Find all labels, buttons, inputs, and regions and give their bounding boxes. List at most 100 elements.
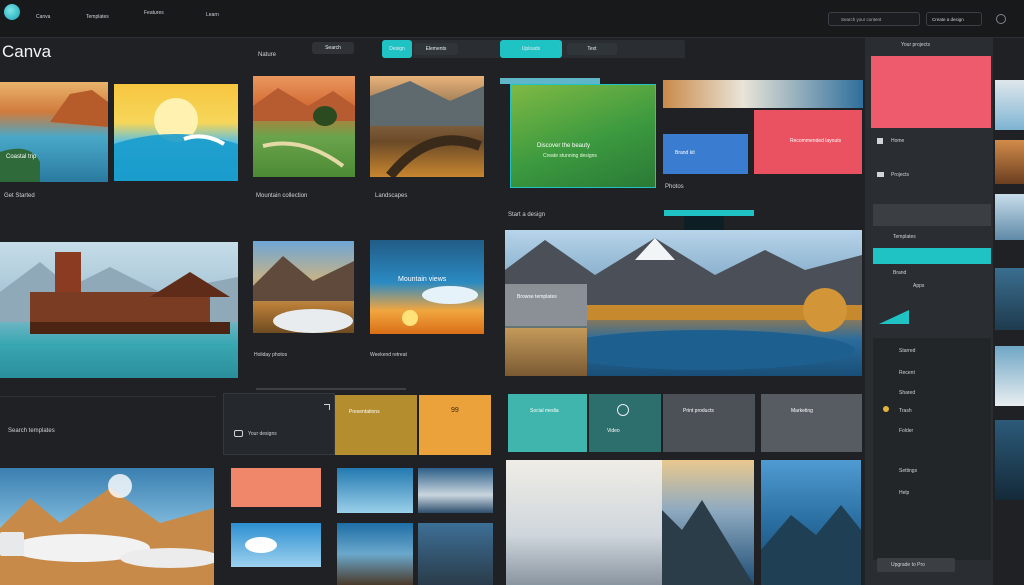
sidebar-item-recent[interactable]: Recent: [899, 370, 915, 376]
clouds-peaks-art: [0, 474, 214, 585]
orange-tile[interactable]: 99: [419, 395, 491, 455]
castle-card[interactable]: [0, 242, 238, 378]
green-feature-card[interactable]: Discover the beauty Create stunning desi…: [510, 84, 656, 188]
right-sidebar: Your projects Home Projects Templates Br…: [865, 38, 993, 585]
sidebar-item-settings[interactable]: Settings: [899, 468, 917, 474]
sidebar-item-starred[interactable]: Starred: [899, 348, 915, 354]
small-mountain-thumb[interactable]: [505, 328, 587, 376]
social-media-tile[interactable]: Social media: [508, 394, 587, 452]
nav-item-learn[interactable]: Learn: [206, 12, 219, 18]
meadow-card[interactable]: [253, 76, 355, 177]
coast-cliff-art: [0, 90, 108, 182]
sidebar-item-shared[interactable]: Shared: [899, 390, 915, 396]
peak-sunrise-card[interactable]: [662, 460, 754, 585]
brand-logo-text: Canva: [2, 42, 52, 61]
folder-icon[interactable]: [877, 172, 884, 177]
search-templates-label[interactable]: Search templates: [8, 428, 55, 434]
sky-card-small[interactable]: [231, 523, 321, 567]
camera-icon[interactable]: [234, 430, 243, 437]
search-placeholder: Search your content: [841, 17, 882, 22]
dark-small-panel: Your designs: [223, 393, 335, 455]
upgrade-button[interactable]: Upgrade to Pro: [877, 558, 955, 572]
right-strip-b[interactable]: [995, 140, 1024, 184]
tab-elements[interactable]: Elements: [414, 43, 458, 55]
sunrise-card[interactable]: [114, 84, 238, 181]
brand-kit-tile[interactable]: Brand kit: [663, 134, 748, 174]
peak-card-a[interactable]: [337, 523, 413, 585]
right-strip-e[interactable]: [995, 346, 1024, 406]
sunrise-art: [114, 98, 238, 181]
fog-card[interactable]: [506, 460, 662, 585]
right-strip-d[interactable]: [995, 268, 1024, 330]
sidebar-item-help[interactable]: Help: [899, 490, 909, 496]
peak-card-b[interactable]: [418, 523, 493, 585]
blue-peaks-card[interactable]: [761, 460, 861, 585]
sunrise-lake-card[interactable]: Mountain views: [370, 240, 484, 334]
create-design-label: Create a design: [932, 17, 964, 22]
sidebar-item-home[interactable]: Home: [891, 138, 904, 144]
right-strip-c[interactable]: [995, 194, 1024, 240]
recommended-layouts-label: Recommended layouts: [790, 138, 842, 144]
expand-icon[interactable]: [324, 404, 330, 410]
sidebar-header: Your projects: [901, 42, 930, 48]
small-toolbox[interactable]: [0, 532, 24, 556]
sidebar-list-panel: [873, 338, 991, 560]
create-design-button[interactable]: Create a design: [926, 12, 982, 26]
nav-item-home[interactable]: Canva: [36, 14, 50, 20]
tab-uploads[interactable]: Uploads: [500, 40, 562, 58]
print-products-label: Print products: [683, 408, 714, 414]
coral-swatch-card[interactable]: [231, 468, 321, 507]
lake-panorama-card[interactable]: [418, 468, 493, 513]
sidebar-item-apps[interactable]: Apps: [913, 283, 924, 289]
social-media-label: Social media: [530, 408, 559, 414]
coast-caption: Coastal trip: [6, 154, 37, 160]
castle-art: [0, 252, 238, 334]
valley-card[interactable]: [370, 76, 484, 177]
nav-item-features[interactable]: Features: [144, 10, 164, 16]
sidebar-item-trash[interactable]: Trash: [899, 408, 912, 414]
right-strip-f[interactable]: [995, 420, 1024, 500]
sidebar-item-templates[interactable]: Templates: [893, 234, 916, 240]
tab-text[interactable]: Text: [567, 43, 617, 55]
sidebar-hero-tile[interactable]: [871, 56, 991, 128]
peak-sunrise-art: [662, 500, 754, 585]
nature-caption: Nature: [258, 52, 277, 58]
landscapes-caption: Landscapes: [375, 193, 408, 199]
sidebar-item-projects[interactable]: Projects: [891, 172, 909, 178]
logo-icon[interactable]: [4, 4, 20, 20]
mustard-tile[interactable]: Presentations: [335, 395, 417, 455]
brand-kit-label: Brand kit: [675, 150, 695, 156]
recommended-layouts-tile[interactable]: Recommended layouts: [754, 110, 862, 174]
right-strip-a[interactable]: [995, 80, 1024, 130]
search-button[interactable]: Search: [312, 42, 354, 54]
photos-caption: Photos: [665, 184, 684, 190]
nav-item-templates[interactable]: Templates: [86, 14, 109, 20]
play-icon[interactable]: [617, 404, 629, 416]
sunset-mountain-card[interactable]: [253, 241, 354, 333]
presentations-label: Presentations: [349, 409, 380, 415]
orange-tile-badge: 99: [451, 407, 459, 414]
video-label: Video: [607, 428, 620, 434]
green-feature-subtitle: Create stunning designs: [543, 153, 597, 159]
clouds-card[interactable]: [0, 468, 214, 585]
video-tile[interactable]: Video: [589, 394, 661, 452]
sidebar-active-bar[interactable]: [873, 248, 991, 264]
sidebar-item-templates-row[interactable]: [873, 204, 991, 226]
sidebar-item-folder[interactable]: Folder: [899, 428, 913, 434]
print-products-tile[interactable]: Print products: [663, 394, 755, 452]
home-icon[interactable]: [877, 138, 883, 144]
meadow-art: [253, 88, 355, 168]
search-box[interactable]: Search your content: [828, 12, 920, 26]
scroll-track[interactable]: [256, 388, 406, 390]
alps-tile[interactable]: Browse templates: [505, 284, 587, 326]
teal-wedge: [879, 310, 909, 324]
sidebar-item-brand[interactable]: Brand: [893, 270, 906, 276]
photo-strip[interactable]: [663, 80, 863, 108]
tab-design[interactable]: Design: [382, 40, 412, 58]
coast-card[interactable]: Coastal trip: [0, 82, 108, 182]
star-icon[interactable]: [883, 406, 889, 412]
settings-icon[interactable]: [996, 14, 1006, 24]
lake-clouds-card[interactable]: [337, 468, 413, 513]
top-bar: Canva Templates Features Learn Search yo…: [0, 0, 1024, 38]
marketing-tile[interactable]: Marketing: [761, 394, 862, 452]
